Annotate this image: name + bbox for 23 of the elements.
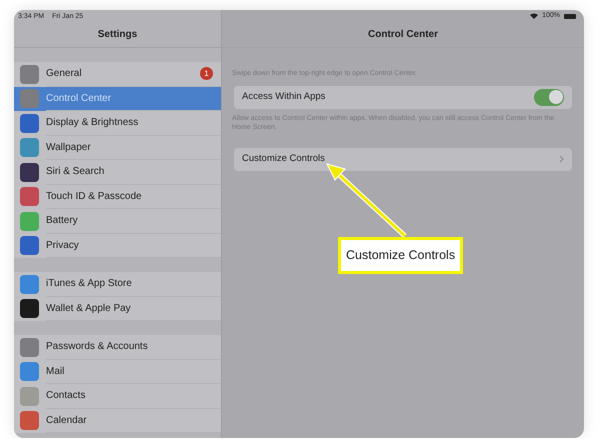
settings-item[interactable]: Battery <box>14 209 221 234</box>
toggle-switch[interactable] <box>534 88 564 106</box>
settings-item[interactable]: Mail <box>14 360 221 384</box>
sidebar-title: Settings <box>98 28 138 42</box>
row-label: Customize Controls <box>242 152 326 166</box>
settings-item[interactable]: Wallet & Apple Pay <box>14 296 221 321</box>
settings-item[interactable]: Wallpaper <box>14 136 221 160</box>
chevron-icon <box>559 155 564 164</box>
settings-item[interactable]: Passwords & Accounts <box>14 335 221 360</box>
settings-item[interactable]: iTunes & App Store <box>14 272 221 296</box>
wifi-icon <box>530 13 538 19</box>
settings-item[interactable]: Display & Brightness <box>14 111 221 136</box>
settings-item[interactable]: Siri & Search <box>14 160 221 184</box>
customize-controls-row[interactable]: Customize Controls <box>234 148 572 171</box>
settings-item[interactable]: Contacts <box>14 384 221 408</box>
page-title: Control Center <box>368 28 438 42</box>
settings-item[interactable]: Privacy <box>14 234 221 258</box>
battery-icon <box>564 14 576 18</box>
callout-label: Customize Controls <box>338 237 464 274</box>
notification-badge: 1 <box>200 67 213 80</box>
row-label: Access Within Apps <box>242 90 326 104</box>
settings-item[interactable]: Calendar <box>14 408 221 433</box>
settings-item[interactable]: Touch ID & Passcode <box>14 184 221 209</box>
